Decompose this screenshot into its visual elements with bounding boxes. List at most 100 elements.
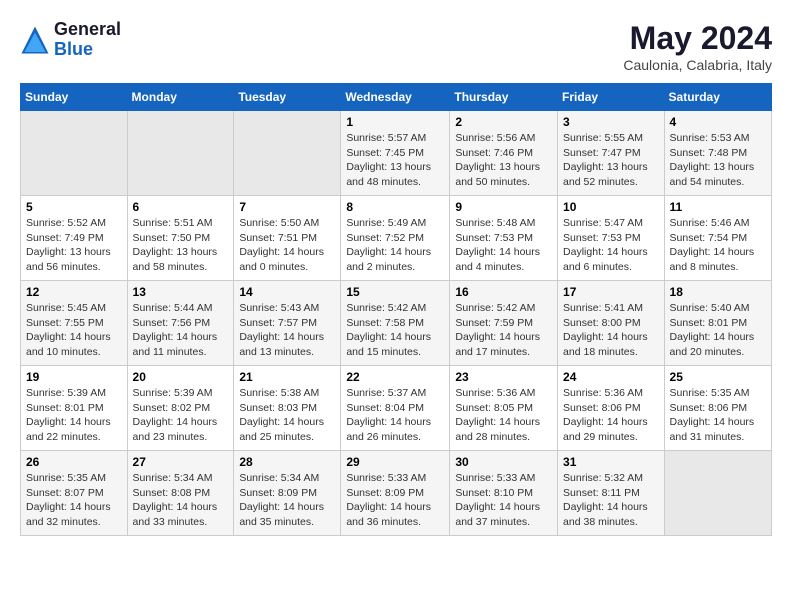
calendar-cell: 4Sunrise: 5:53 AM Sunset: 7:48 PM Daylig…	[664, 111, 771, 196]
calendar-cell: 8Sunrise: 5:49 AM Sunset: 7:52 PM Daylig…	[341, 196, 450, 281]
logo-text: General Blue	[54, 20, 121, 60]
title-block: May 2024 Caulonia, Calabria, Italy	[623, 20, 772, 73]
day-number: 31	[563, 455, 659, 469]
day-info: Sunrise: 5:32 AM Sunset: 8:11 PM Dayligh…	[563, 471, 659, 530]
day-info: Sunrise: 5:36 AM Sunset: 8:06 PM Dayligh…	[563, 386, 659, 445]
day-number: 7	[239, 200, 335, 214]
day-info: Sunrise: 5:38 AM Sunset: 8:03 PM Dayligh…	[239, 386, 335, 445]
day-info: Sunrise: 5:51 AM Sunset: 7:50 PM Dayligh…	[133, 216, 229, 275]
weekday-header: Saturday	[664, 84, 771, 111]
day-number: 24	[563, 370, 659, 384]
day-info: Sunrise: 5:34 AM Sunset: 8:08 PM Dayligh…	[133, 471, 229, 530]
calendar-cell: 24 Sunrise: 5:36 AM Sunset: 8:06 PM Dayli…	[558, 366, 665, 451]
calendar-week-row: 1 Sunrise: 5:57 AM Sunset: 7:45 PM Daylig…	[21, 111, 772, 196]
calendar-cell	[664, 451, 771, 536]
calendar-cell: 29 Sunrise: 5:33 AM Sunset: 8:09 PM Dayli…	[341, 451, 450, 536]
calendar-week-row: 5 Sunrise: 5:52 AM Sunset: 7:49 PM Daylig…	[21, 196, 772, 281]
day-number: 10	[563, 200, 659, 214]
day-info: Sunrise: 5:40 AM Sunset: 8:01 PM Dayligh…	[670, 301, 766, 360]
day-number: 8	[346, 200, 444, 214]
weekday-header: Sunday	[21, 84, 128, 111]
calendar-cell: 26 Sunrise: 5:35 AM Sunset: 8:07 PM Dayli…	[21, 451, 128, 536]
day-number: 17	[563, 285, 659, 299]
calendar-cell: 5 Sunrise: 5:52 AM Sunset: 7:49 PM Daylig…	[21, 196, 128, 281]
day-number: 11	[670, 200, 766, 214]
day-info: Sunrise: 5:35 AM Sunset: 8:07 PM Dayligh…	[26, 471, 122, 530]
day-info: Sunrise: 5:33 AM Sunset: 8:10 PM Dayligh…	[455, 471, 552, 530]
calendar-cell: 13Sunrise: 5:44 AM Sunset: 7:56 PM Dayli…	[127, 281, 234, 366]
day-info: Sunrise: 5:33 AM Sunset: 8:09 PM Dayligh…	[346, 471, 444, 530]
day-number: 12	[26, 285, 122, 299]
day-info: Sunrise: 5:37 AM Sunset: 8:04 PM Dayligh…	[346, 386, 444, 445]
calendar-cell: 23Sunrise: 5:36 AM Sunset: 8:05 PM Dayli…	[450, 366, 558, 451]
day-number: 26	[26, 455, 122, 469]
weekday-header: Monday	[127, 84, 234, 111]
day-number: 16	[455, 285, 552, 299]
calendar-cell: 28 Sunrise: 5:34 AM Sunset: 8:09 PM Dayli…	[234, 451, 341, 536]
day-info: Sunrise: 5:52 AM Sunset: 7:49 PM Dayligh…	[26, 216, 122, 275]
day-number: 9	[455, 200, 552, 214]
calendar-cell: 20 Sunrise: 5:39 AM Sunset: 8:02 PM Dayli…	[127, 366, 234, 451]
day-number: 14	[239, 285, 335, 299]
day-info: Sunrise: 5:34 AM Sunset: 8:09 PM Dayligh…	[239, 471, 335, 530]
calendar-cell	[234, 111, 341, 196]
calendar-cell: 25Sunrise: 5:35 AM Sunset: 8:06 PM Dayli…	[664, 366, 771, 451]
day-number: 15	[346, 285, 444, 299]
calendar-week-row: 26 Sunrise: 5:35 AM Sunset: 8:07 PM Dayli…	[21, 451, 772, 536]
page-header: General Blue May 2024 Caulonia, Calabria…	[20, 20, 772, 73]
day-number: 30	[455, 455, 552, 469]
day-info: Sunrise: 5:56 AM Sunset: 7:46 PM Dayligh…	[455, 131, 552, 190]
day-number: 18	[670, 285, 766, 299]
day-info: Sunrise: 5:45 AM Sunset: 7:55 PM Dayligh…	[26, 301, 122, 360]
day-info: Sunrise: 5:41 AM Sunset: 8:00 PM Dayligh…	[563, 301, 659, 360]
day-number: 28	[239, 455, 335, 469]
day-number: 5	[26, 200, 122, 214]
calendar-cell: 15 Sunrise: 5:42 AM Sunset: 7:58 PM Dayli…	[341, 281, 450, 366]
day-number: 21	[239, 370, 335, 384]
calendar-cell: 30 Sunrise: 5:33 AM Sunset: 8:10 PM Dayli…	[450, 451, 558, 536]
calendar-cell: 9Sunrise: 5:48 AM Sunset: 7:53 PM Daylig…	[450, 196, 558, 281]
day-number: 1	[346, 115, 444, 129]
day-number: 29	[346, 455, 444, 469]
day-info: Sunrise: 5:35 AM Sunset: 8:06 PM Dayligh…	[670, 386, 766, 445]
calendar-cell: 17 Sunrise: 5:41 AM Sunset: 8:00 PM Dayli…	[558, 281, 665, 366]
month-title: May 2024	[623, 20, 772, 57]
calendar-cell: 1 Sunrise: 5:57 AM Sunset: 7:45 PM Daylig…	[341, 111, 450, 196]
day-number: 22	[346, 370, 444, 384]
calendar-week-row: 12 Sunrise: 5:45 AM Sunset: 7:55 PM Dayli…	[21, 281, 772, 366]
day-info: Sunrise: 5:43 AM Sunset: 7:57 PM Dayligh…	[239, 301, 335, 360]
day-info: Sunrise: 5:36 AM Sunset: 8:05 PM Dayligh…	[455, 386, 552, 445]
day-info: Sunrise: 5:39 AM Sunset: 8:02 PM Dayligh…	[133, 386, 229, 445]
weekday-header: Friday	[558, 84, 665, 111]
day-info: Sunrise: 5:57 AM Sunset: 7:45 PM Dayligh…	[346, 131, 444, 190]
day-info: Sunrise: 5:50 AM Sunset: 7:51 PM Dayligh…	[239, 216, 335, 275]
calendar-cell: 14 Sunrise: 5:43 AM Sunset: 7:57 PM Dayli…	[234, 281, 341, 366]
day-number: 3	[563, 115, 659, 129]
day-number: 19	[26, 370, 122, 384]
weekday-header: Thursday	[450, 84, 558, 111]
day-info: Sunrise: 5:39 AM Sunset: 8:01 PM Dayligh…	[26, 386, 122, 445]
calendar-cell	[127, 111, 234, 196]
day-number: 2	[455, 115, 552, 129]
calendar-week-row: 19 Sunrise: 5:39 AM Sunset: 8:01 PM Dayli…	[21, 366, 772, 451]
calendar-cell: 7 Sunrise: 5:50 AM Sunset: 7:51 PM Daylig…	[234, 196, 341, 281]
weekday-header: Tuesday	[234, 84, 341, 111]
calendar-cell: 3Sunrise: 5:55 AM Sunset: 7:47 PM Daylig…	[558, 111, 665, 196]
day-info: Sunrise: 5:47 AM Sunset: 7:53 PM Dayligh…	[563, 216, 659, 275]
day-info: Sunrise: 5:42 AM Sunset: 7:58 PM Dayligh…	[346, 301, 444, 360]
logo-icon	[20, 25, 50, 55]
logo: General Blue	[20, 20, 121, 60]
calendar-cell: 2 Sunrise: 5:56 AM Sunset: 7:46 PM Daylig…	[450, 111, 558, 196]
calendar-cell: 6 Sunrise: 5:51 AM Sunset: 7:50 PM Daylig…	[127, 196, 234, 281]
location-subtitle: Caulonia, Calabria, Italy	[623, 57, 772, 73]
calendar-cell: 11Sunrise: 5:46 AM Sunset: 7:54 PM Dayli…	[664, 196, 771, 281]
calendar-cell	[21, 111, 128, 196]
day-number: 6	[133, 200, 229, 214]
weekday-header: Wednesday	[341, 84, 450, 111]
day-number: 20	[133, 370, 229, 384]
calendar-cell: 21 Sunrise: 5:38 AM Sunset: 8:03 PM Dayli…	[234, 366, 341, 451]
day-info: Sunrise: 5:53 AM Sunset: 7:48 PM Dayligh…	[670, 131, 766, 190]
calendar-table: SundayMondayTuesdayWednesdayThursdayFrid…	[20, 83, 772, 536]
calendar-cell: 16Sunrise: 5:42 AM Sunset: 7:59 PM Dayli…	[450, 281, 558, 366]
day-info: Sunrise: 5:44 AM Sunset: 7:56 PM Dayligh…	[133, 301, 229, 360]
